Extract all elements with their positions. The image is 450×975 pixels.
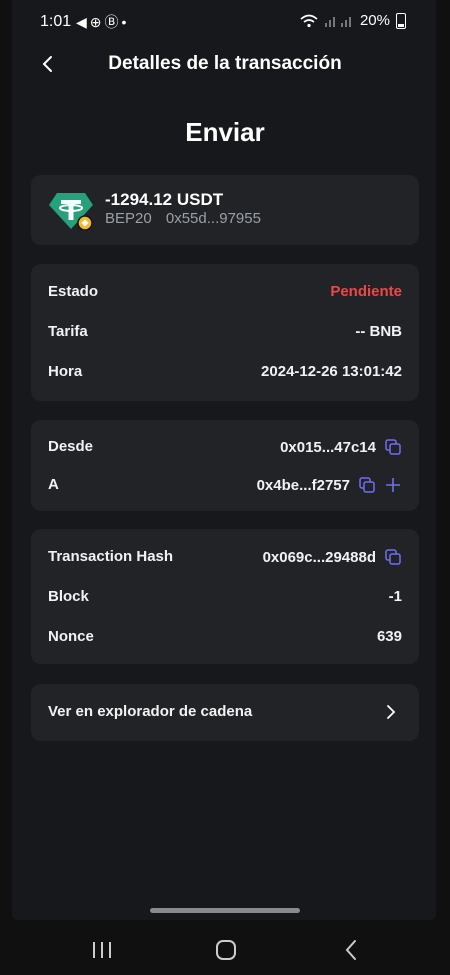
token-meta: BEP20 0x55d...97955	[105, 210, 271, 227]
estado-value: Pendiente	[330, 283, 402, 300]
status-card: Estado Pendiente Tarifa -- BNB Hora 2024…	[31, 264, 419, 401]
wifi-icon	[300, 14, 318, 27]
estado-label: Estado	[48, 283, 99, 300]
desde-value-group: 0x015...47c14	[280, 438, 402, 456]
nonce-value: 639	[376, 628, 402, 645]
add-circle-icon: ⊕	[89, 14, 105, 30]
recent-apps-icon[interactable]	[88, 936, 116, 964]
hora-label: Hora	[48, 363, 83, 380]
chevron-right-icon	[387, 705, 396, 719]
system-nav-bar	[0, 930, 450, 970]
dot-icon: •	[121, 14, 130, 30]
desde-label: Desde	[48, 438, 94, 455]
estado-row: Estado Pendiente	[48, 280, 402, 304]
copy-icon[interactable]	[358, 476, 376, 494]
chain-card: Transaction Hash 0x069c...29488d Block -…	[31, 529, 419, 664]
tarifa-label: Tarifa	[48, 323, 88, 340]
hash-label: Transaction Hash	[48, 548, 174, 565]
back-nav-icon[interactable]	[338, 936, 366, 964]
nonce-row: Nonce 639	[48, 625, 402, 649]
b-circle-icon: Ⓑ	[104, 14, 122, 30]
battery-percent: 20%	[359, 12, 390, 29]
token-contract: 0x55d...97955	[165, 210, 261, 227]
add-contact-icon[interactable]	[384, 476, 402, 494]
status-time: 1:01	[40, 13, 72, 30]
home-icon[interactable]	[212, 936, 240, 964]
hash-value-group: 0x069c...29488d	[263, 548, 402, 566]
block-label: Block	[48, 588, 89, 605]
a-label: A	[48, 476, 59, 493]
status-right: 20%	[300, 12, 406, 29]
block-value: -1	[388, 588, 402, 605]
token-network: BEP20	[105, 210, 152, 227]
addresses-card: Desde 0x015...47c14 A 0x4be...f2757	[31, 420, 419, 511]
hora-value: 2024-12-26 13:01:42	[261, 363, 402, 380]
hash-row: Transaction Hash 0x069c...29488d	[48, 545, 402, 569]
battery-icon	[396, 12, 406, 29]
block-row: Block -1	[48, 585, 402, 609]
copy-icon[interactable]	[384, 438, 402, 456]
tarifa-row: Tarifa -- BNB	[48, 320, 402, 344]
token-amount: -1294.12 USDT	[105, 190, 224, 209]
explorer-link[interactable]: Ver en explorador de cadena	[31, 684, 419, 741]
token-card: -1294.12 USDT BEP20 0x55d...97955	[31, 175, 419, 245]
notification-icons: ◀⊕Ⓑ•	[76, 12, 129, 32]
desde-value: 0x015...47c14	[280, 438, 376, 456]
nonce-label: Nonce	[48, 628, 94, 645]
hash-value: 0x069c...29488d	[262, 548, 376, 566]
explorer-row: Ver en explorador de cadena	[48, 700, 402, 724]
telegram-icon: ◀	[76, 14, 90, 30]
tarifa-value: -- BNB	[355, 323, 402, 340]
explorer-label: Ver en explorador de cadena	[48, 703, 253, 720]
page-title: Detalles de la transacción	[108, 53, 342, 74]
hora-row: Hora 2024-12-26 13:01:42	[48, 360, 402, 384]
copy-icon[interactable]	[384, 548, 402, 566]
a-row: A 0x4be...f2757	[48, 473, 402, 497]
signal-icon	[324, 16, 351, 27]
a-value-group: 0x4be...f2757	[257, 476, 402, 494]
a-value: 0x4be...f2757	[256, 476, 350, 494]
tether-icon	[49, 193, 93, 231]
transaction-type-heading: Enviar	[185, 117, 265, 147]
desde-row: Desde 0x015...47c14	[48, 435, 402, 459]
status-bar: 1:01 ◀⊕Ⓑ• 20%	[0, 0, 450, 44]
home-indicator[interactable]	[150, 908, 300, 913]
